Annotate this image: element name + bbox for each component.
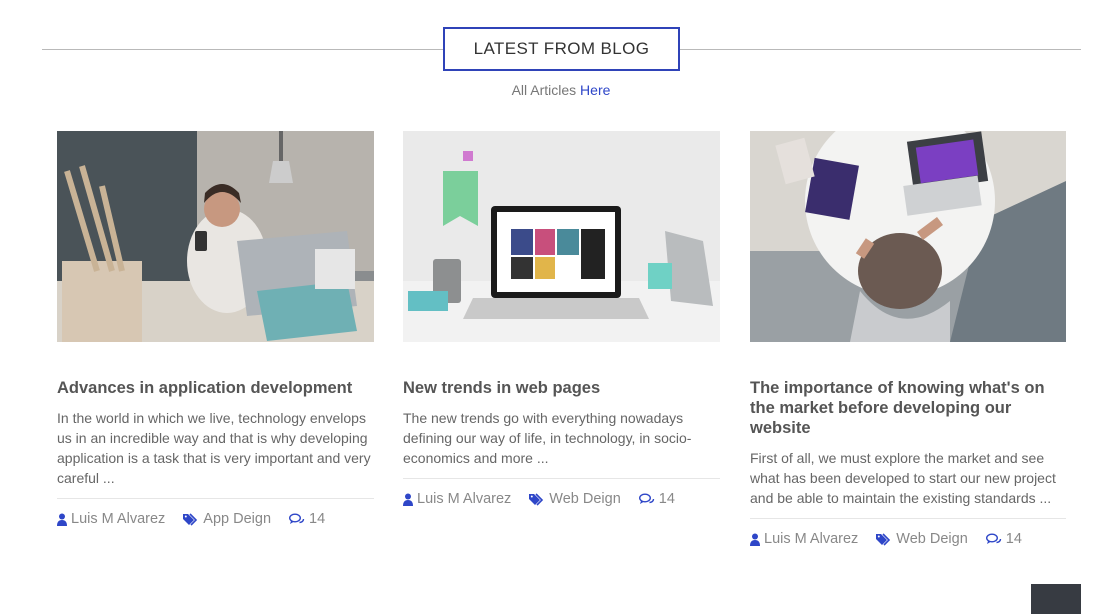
post-author-name: Luis M Alvarez bbox=[417, 491, 512, 507]
post-image-link[interactable] bbox=[750, 131, 1066, 342]
post-author[interactable]: Luis M Alvarez bbox=[750, 531, 858, 547]
post-image-link[interactable] bbox=[403, 131, 720, 342]
post-comment-count: 14 bbox=[309, 511, 326, 527]
all-articles-link[interactable]: Here bbox=[580, 82, 610, 98]
comments-icon bbox=[985, 533, 1001, 544]
post-category[interactable]: Web Deign bbox=[876, 531, 968, 547]
tags-icon bbox=[183, 512, 198, 526]
tags-icon bbox=[876, 532, 891, 546]
woman-with-phone-and-laptop-photo bbox=[57, 131, 374, 342]
comments-icon bbox=[638, 493, 654, 504]
user-icon bbox=[750, 533, 760, 546]
post-image-link[interactable] bbox=[57, 131, 374, 342]
post-category-name: Web Deign bbox=[896, 531, 968, 547]
post-excerpt: The new trends go with everything nowada… bbox=[403, 410, 692, 466]
scroll-to-top-button[interactable] bbox=[1031, 584, 1081, 614]
user-icon bbox=[403, 493, 413, 506]
blog-card: New trends in web pages The new trends g… bbox=[403, 131, 720, 507]
blog-card: Advances in application development In t… bbox=[57, 131, 374, 527]
all-articles-line: All Articles Here bbox=[0, 82, 1107, 98]
post-category-name: App Deign bbox=[203, 511, 272, 527]
post-title[interactable]: Advances in application development bbox=[57, 378, 374, 398]
section-header: LATEST FROM BLOG bbox=[42, 27, 1081, 71]
post-excerpt: First of all, we must explore the market… bbox=[750, 450, 1056, 506]
post-meta: Luis M Alvarez App Deign 14 bbox=[57, 511, 374, 527]
blog-card: The importance of knowing what's on the … bbox=[750, 131, 1066, 547]
post-meta: Luis M Alvarez Web Deign 14 bbox=[750, 531, 1066, 547]
user-icon bbox=[57, 513, 67, 526]
post-category-name: Web Deign bbox=[549, 491, 621, 507]
post-divider bbox=[403, 478, 720, 479]
post-category[interactable]: App Deign bbox=[183, 511, 271, 527]
post-author[interactable]: Luis M Alvarez bbox=[57, 511, 165, 527]
tags-icon bbox=[529, 492, 544, 506]
post-comments[interactable]: 14 bbox=[638, 491, 675, 507]
post-comments[interactable]: 14 bbox=[985, 531, 1022, 547]
post-divider bbox=[57, 498, 374, 499]
post-title[interactable]: The importance of knowing what's on the … bbox=[750, 378, 1066, 438]
post-title[interactable]: New trends in web pages bbox=[403, 378, 720, 398]
post-divider bbox=[750, 518, 1066, 519]
post-comments[interactable]: 14 bbox=[289, 511, 325, 527]
post-comment-count: 14 bbox=[1005, 531, 1022, 547]
all-articles-label: All Articles bbox=[511, 82, 577, 98]
post-author-name: Luis M Alvarez bbox=[71, 511, 166, 527]
section-title: LATEST FROM BLOG bbox=[443, 27, 680, 71]
post-author[interactable]: Luis M Alvarez bbox=[403, 491, 511, 507]
post-excerpt: In the world in which we live, technolog… bbox=[57, 410, 371, 486]
post-category[interactable]: Web Deign bbox=[529, 491, 621, 507]
post-author-name: Luis M Alvarez bbox=[764, 531, 859, 547]
top-view-person-laptop-photo bbox=[750, 131, 1066, 342]
post-meta: Luis M Alvarez Web Deign 14 bbox=[403, 491, 720, 507]
laptop-on-desk-photo bbox=[403, 131, 720, 342]
comments-icon bbox=[289, 513, 305, 524]
post-comment-count: 14 bbox=[658, 491, 675, 507]
